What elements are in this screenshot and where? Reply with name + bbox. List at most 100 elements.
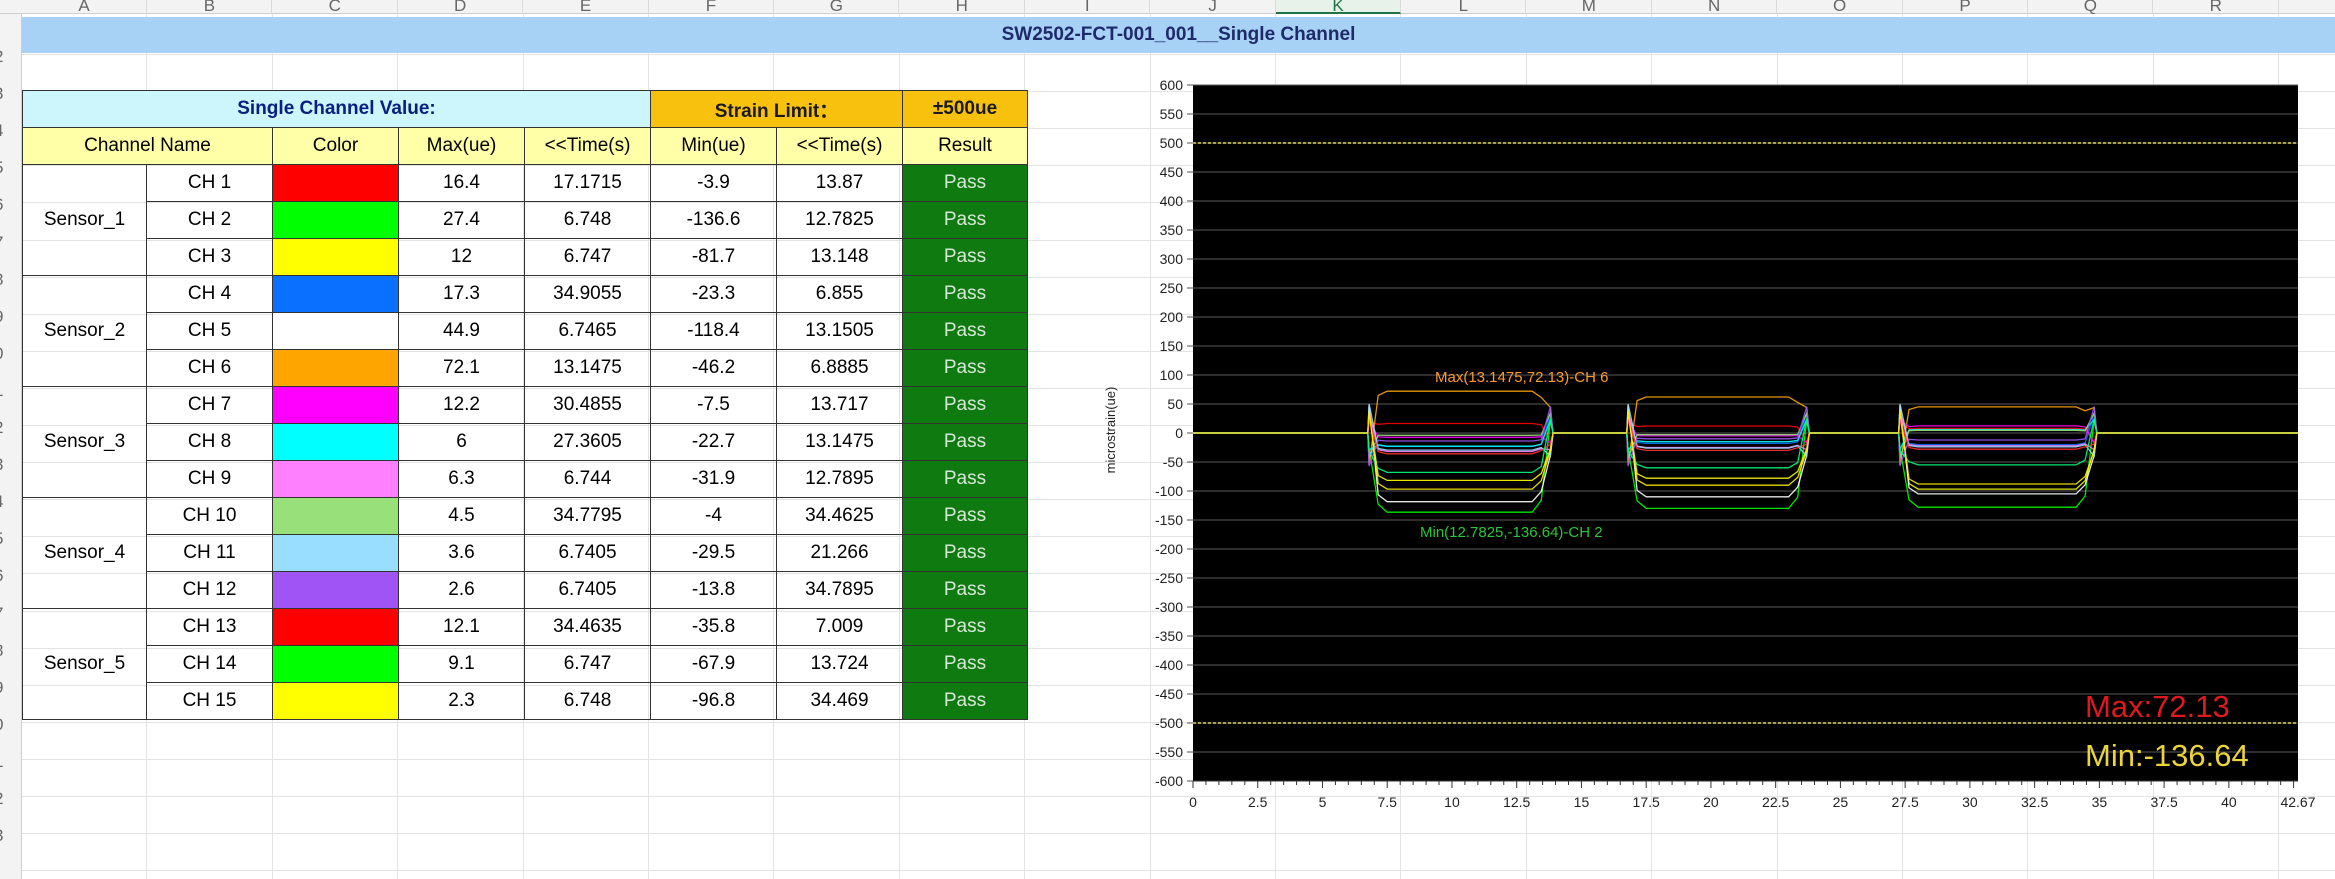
min-cell[interactable]: -35.8 xyxy=(650,608,777,646)
col-header-time-min[interactable]: <<Time(s) xyxy=(776,127,903,165)
channel-cell[interactable]: CH 4 xyxy=(146,275,273,313)
column-header-k[interactable]: K xyxy=(1276,0,1401,14)
min-cell[interactable]: -96.8 xyxy=(650,682,777,720)
max-cell[interactable]: 72.1 xyxy=(398,349,525,387)
time-min-cell[interactable]: 12.7825 xyxy=(776,201,903,239)
time-max-cell[interactable]: 6.744 xyxy=(524,460,651,498)
time-max-cell[interactable]: 34.9055 xyxy=(524,275,651,313)
row-number[interactable]: 4 xyxy=(0,121,22,141)
result-cell[interactable]: Pass xyxy=(902,460,1028,498)
result-cell[interactable]: Pass xyxy=(902,201,1028,239)
time-min-cell[interactable]: 13.717 xyxy=(776,386,903,424)
min-cell[interactable]: -29.5 xyxy=(650,534,777,572)
min-cell[interactable]: -46.2 xyxy=(650,349,777,387)
channel-cell[interactable]: CH 12 xyxy=(146,571,273,609)
time-min-cell[interactable]: 21.266 xyxy=(776,534,903,572)
color-swatch-cell[interactable] xyxy=(272,645,399,683)
col-header-result[interactable]: Result xyxy=(902,127,1028,165)
row-number[interactable]: 8 xyxy=(0,641,22,661)
row-number[interactable]: 1 xyxy=(0,381,22,401)
column-header-o[interactable]: O xyxy=(1778,0,1903,14)
row-number[interactable]: 7 xyxy=(0,604,22,624)
row-number[interactable]: 7 xyxy=(0,233,22,253)
row-number[interactable]: 2 xyxy=(0,789,22,809)
result-cell[interactable]: Pass xyxy=(902,497,1028,535)
channel-cell[interactable]: CH 11 xyxy=(146,534,273,572)
max-cell[interactable]: 9.1 xyxy=(398,645,525,683)
time-max-cell[interactable]: 6.748 xyxy=(524,201,651,239)
row-number[interactable]: 3 xyxy=(0,84,22,104)
strain-limit-label[interactable]: Strain Limit： xyxy=(650,90,903,128)
row-number[interactable]: 5 xyxy=(0,529,22,549)
min-cell[interactable]: -23.3 xyxy=(650,275,777,313)
max-cell[interactable]: 2.3 xyxy=(398,682,525,720)
color-swatch-cell[interactable] xyxy=(272,571,399,609)
channel-cell[interactable]: CH 2 xyxy=(146,201,273,239)
channel-cell[interactable]: CH 15 xyxy=(146,682,273,720)
channel-cell[interactable]: CH 14 xyxy=(146,645,273,683)
row-number[interactable]: 0 xyxy=(0,344,22,364)
time-max-cell[interactable]: 6.7405 xyxy=(524,534,651,572)
column-header-d[interactable]: D xyxy=(398,0,524,14)
time-max-cell[interactable]: 13.1475 xyxy=(524,349,651,387)
color-swatch-cell[interactable] xyxy=(272,534,399,572)
channel-cell[interactable]: CH 8 xyxy=(146,423,273,461)
row-number[interactable]: 3 xyxy=(0,455,22,475)
min-cell[interactable]: -7.5 xyxy=(650,386,777,424)
column-header-l[interactable]: L xyxy=(1401,0,1527,14)
color-swatch-cell[interactable] xyxy=(272,201,399,239)
max-cell[interactable]: 12.2 xyxy=(398,386,525,424)
row-number[interactable]: 8 xyxy=(0,270,22,290)
time-max-cell[interactable]: 17.1715 xyxy=(524,164,651,202)
min-cell[interactable]: -136.6 xyxy=(650,201,777,239)
color-swatch-cell[interactable] xyxy=(272,460,399,498)
sheet-title[interactable]: SW2502-FCT-001_001__Single Channel xyxy=(22,17,2335,53)
row-number[interactable]: 2 xyxy=(0,47,22,67)
channel-cell[interactable]: CH 1 xyxy=(146,164,273,202)
result-cell[interactable]: Pass xyxy=(902,534,1028,572)
column-header-h[interactable]: H xyxy=(900,0,1025,14)
column-header-n[interactable]: N xyxy=(1652,0,1778,14)
time-min-cell[interactable]: 13.1475 xyxy=(776,423,903,461)
min-cell[interactable]: -4 xyxy=(650,497,777,535)
time-max-cell[interactable]: 34.7795 xyxy=(524,497,651,535)
column-header-b[interactable]: B xyxy=(147,0,273,14)
max-cell[interactable]: 12 xyxy=(398,238,525,276)
result-cell[interactable]: Pass xyxy=(902,386,1028,424)
color-swatch-cell[interactable] xyxy=(272,423,399,461)
time-max-cell[interactable]: 6.7465 xyxy=(524,312,651,350)
channel-cell[interactable]: CH 9 xyxy=(146,460,273,498)
time-max-cell[interactable]: 34.4635 xyxy=(524,608,651,646)
row-number[interactable]: 9 xyxy=(0,307,22,327)
max-cell[interactable]: 3.6 xyxy=(398,534,525,572)
max-cell[interactable]: 16.4 xyxy=(398,164,525,202)
result-cell[interactable]: Pass xyxy=(902,349,1028,387)
column-header-c[interactable]: C xyxy=(273,0,398,14)
sensor-name-cell[interactable]: Sensor_1 xyxy=(22,164,147,276)
time-max-cell[interactable]: 6.7405 xyxy=(524,571,651,609)
column-header-q[interactable]: Q xyxy=(2028,0,2154,14)
color-swatch-cell[interactable] xyxy=(272,497,399,535)
sensor-name-cell[interactable]: Sensor_5 xyxy=(22,608,147,720)
time-min-cell[interactable]: 34.4625 xyxy=(776,497,903,535)
color-swatch-cell[interactable] xyxy=(272,682,399,720)
max-cell[interactable]: 6.3 xyxy=(398,460,525,498)
col-header-time-max[interactable]: <<Time(s) xyxy=(524,127,651,165)
column-header-i[interactable]: I xyxy=(1025,0,1151,14)
max-cell[interactable]: 27.4 xyxy=(398,201,525,239)
channel-cell[interactable]: CH 7 xyxy=(146,386,273,424)
time-min-cell[interactable]: 34.469 xyxy=(776,682,903,720)
min-cell[interactable]: -118.4 xyxy=(650,312,777,350)
channel-cell[interactable]: CH 6 xyxy=(146,349,273,387)
column-header-r[interactable]: R xyxy=(2154,0,2279,14)
max-cell[interactable]: 6 xyxy=(398,423,525,461)
time-max-cell[interactable]: 6.747 xyxy=(524,645,651,683)
row-number[interactable]: 3 xyxy=(0,826,22,846)
col-header-max[interactable]: Max(ue) xyxy=(398,127,525,165)
time-min-cell[interactable]: 13.87 xyxy=(776,164,903,202)
result-cell[interactable]: Pass xyxy=(902,423,1028,461)
color-swatch-cell[interactable] xyxy=(272,386,399,424)
result-cell[interactable]: Pass xyxy=(902,608,1028,646)
col-header-min[interactable]: Min(ue) xyxy=(650,127,777,165)
min-cell[interactable]: -3.9 xyxy=(650,164,777,202)
